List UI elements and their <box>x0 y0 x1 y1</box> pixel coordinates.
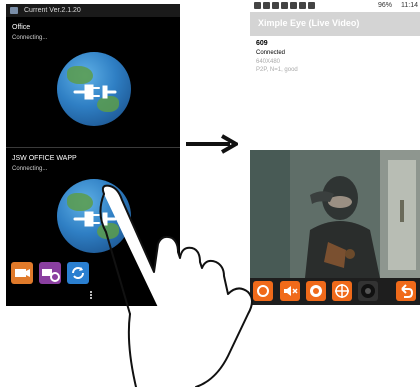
page-title: Ximple Eye (Live Video) <box>258 18 360 28</box>
clock: 11:14 <box>401 2 418 9</box>
camera-id: 609 <box>256 40 268 47</box>
camera-name: JSW OFFICE WAPP <box>12 155 77 162</box>
status-bar: Current Ver.2.1.20 <box>6 4 180 17</box>
live-video-screen: 96% 11:14 Ximple Eye (Live Video) 609 Co… <box>250 0 420 305</box>
divider <box>6 147 180 148</box>
mute-icon[interactable] <box>280 281 300 301</box>
snapshot-icon[interactable] <box>253 281 273 301</box>
refresh-icon[interactable] <box>67 262 89 284</box>
camera-name: Office <box>12 24 31 31</box>
camera-settings-icon[interactable] <box>39 262 61 284</box>
overflow-menu-icon[interactable] <box>90 290 93 300</box>
app-icon <box>10 7 18 14</box>
connecting-globe-icon <box>57 179 131 253</box>
connection-status: Connected <box>256 50 286 56</box>
p2p-info: P2P, N=1, good <box>256 67 298 73</box>
version-label: Current Ver.2.1.20 <box>24 7 81 14</box>
back-icon[interactable] <box>396 281 416 301</box>
connecting-globe-icon <box>57 52 131 126</box>
ptz-icon[interactable] <box>332 281 352 301</box>
add-camera-icon[interactable] <box>11 262 33 284</box>
camera-item-office[interactable]: Office Connecting... <box>6 18 180 143</box>
status-bar: 96% 11:14 <box>250 0 420 12</box>
camera-status: Connecting... <box>12 35 48 41</box>
title-bar: Ximple Eye (Live Video) <box>250 12 420 36</box>
live-video-feed[interactable] <box>250 150 420 278</box>
camera-status: Connecting... <box>12 166 48 172</box>
resolution-label: 640X480 <box>256 59 281 65</box>
talk-icon[interactable] <box>358 281 378 301</box>
camera-info-panel: 609 Connected 640X480 P2P, N=1, good <box>250 36 420 148</box>
battery-level: 96% <box>377 2 392 9</box>
camera-item-jsw-office[interactable]: JSW OFFICE WAPP Connecting... <box>6 149 180 254</box>
record-icon[interactable] <box>306 281 326 301</box>
arrow-right-icon <box>186 134 238 154</box>
bottom-toolbar <box>6 256 180 306</box>
video-control-bar <box>250 278 420 305</box>
camera-list-screen: Current Ver.2.1.20 Office Connecting... … <box>6 4 180 306</box>
